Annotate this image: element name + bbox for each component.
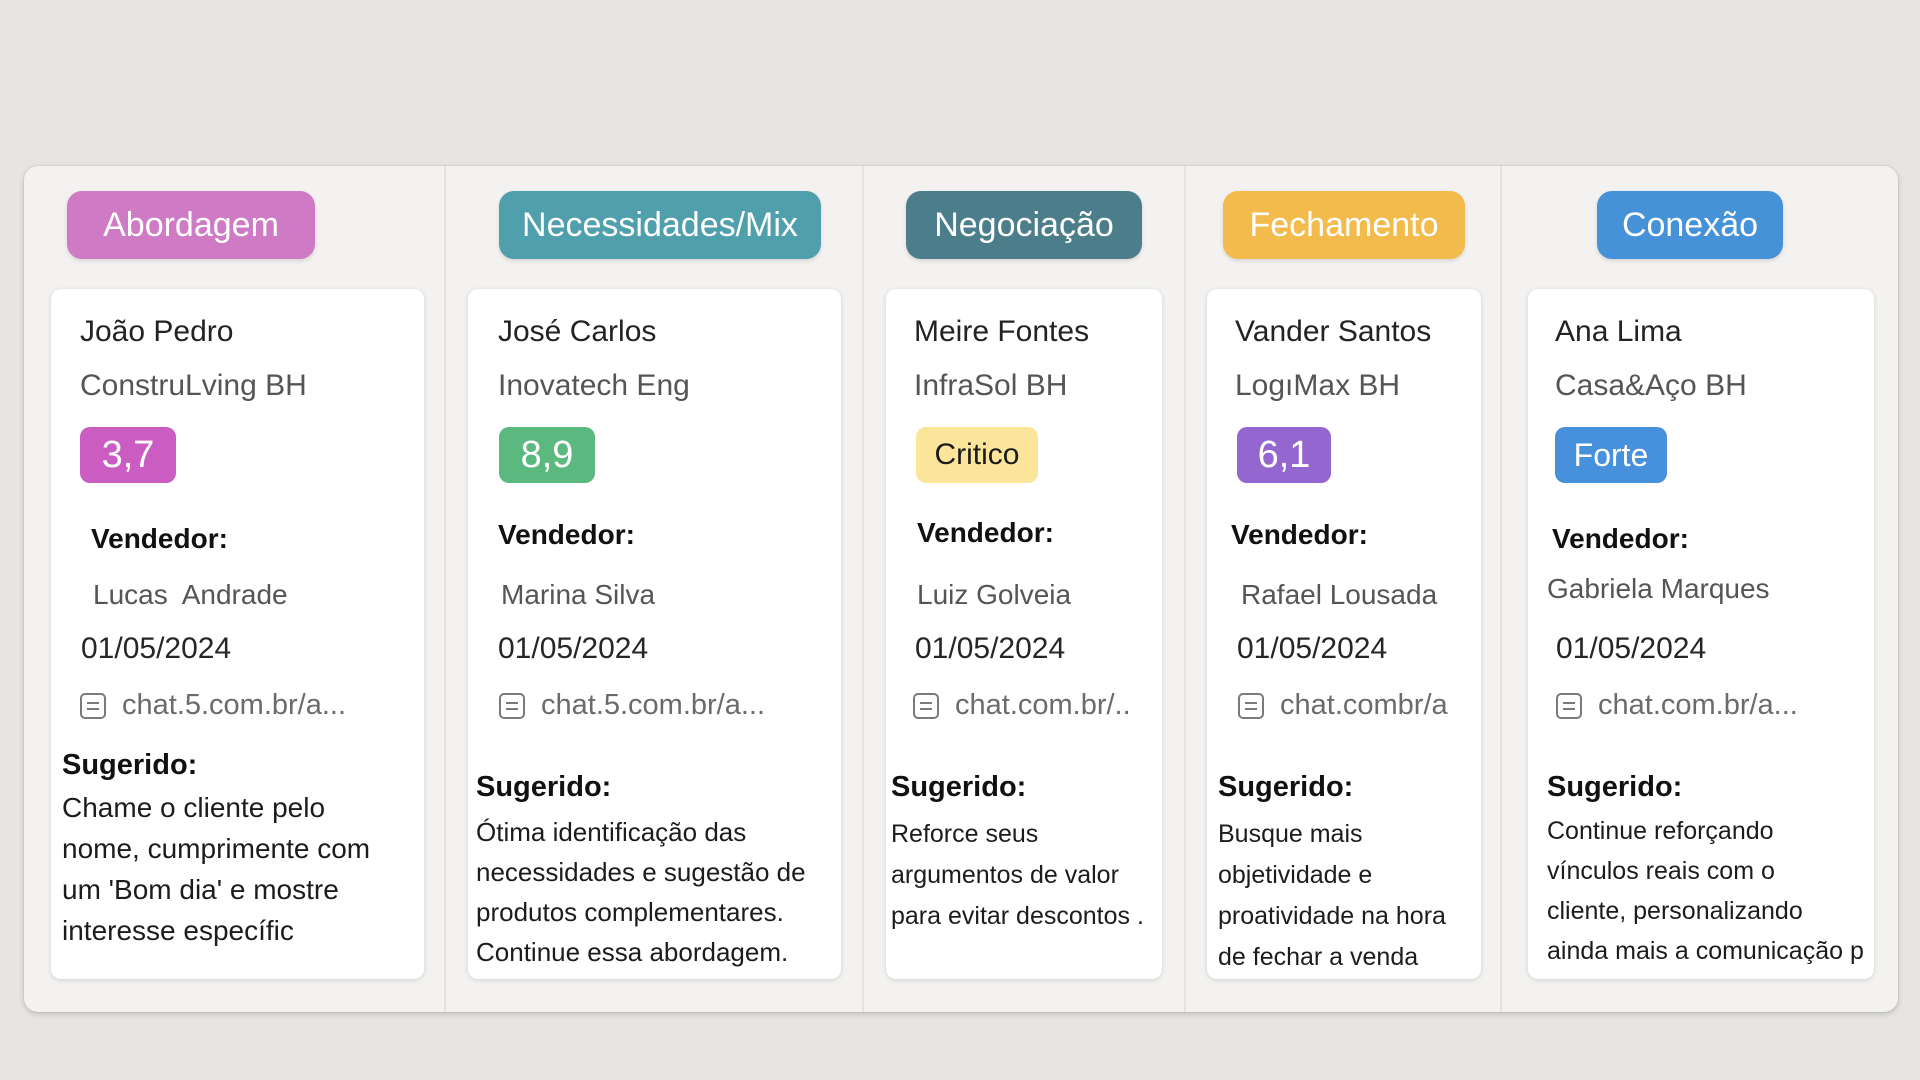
- chat-link[interactable]: chat.5.com.br/a...: [80, 689, 346, 722]
- company-name: InfraSol BH: [914, 369, 1068, 402]
- suggested-label: Sugerido:: [1218, 771, 1354, 803]
- deal-date: 01/05/2024: [1237, 632, 1388, 665]
- deal-date: 01/05/2024: [1556, 632, 1707, 665]
- seller-label: Vendedor:: [1552, 523, 1689, 554]
- document-icon: [1238, 692, 1264, 719]
- company-name: Inovatech Eng: [498, 369, 690, 402]
- seller-label: Vendedor:: [917, 517, 1054, 548]
- seller-label: Vendedor:: [498, 519, 635, 550]
- suggested-label: Sugerido:: [1547, 771, 1683, 803]
- company-name: ConstruLving BH: [80, 369, 307, 402]
- client-name: José Carlos: [498, 315, 657, 348]
- stage-header-necessidades-mix[interactable]: Necessidades/Mix: [499, 191, 821, 259]
- document-icon: [80, 692, 106, 719]
- status-badge: Critico: [916, 427, 1038, 483]
- seller-name: Gabriela Marques: [1547, 573, 1770, 604]
- company-name: Casa&Aço BH: [1555, 369, 1747, 402]
- suggested-text: Busque mais objetividade e proatividade …: [1218, 820, 1446, 971]
- deal-date: 01/05/2024: [915, 632, 1066, 665]
- deal-card-joao-pedro[interactable]: João Pedro ConstruLving BH 3,7 Vendedor:…: [51, 289, 424, 979]
- stage-header-fechamento[interactable]: Fechamento: [1223, 191, 1465, 259]
- deal-card-vander-santos[interactable]: Vander Santos LogıMax BH 6,1 Vendedor: R…: [1207, 289, 1481, 979]
- suggested-text: Continue reforçando vínculos reais com o…: [1547, 817, 1864, 965]
- chat-link[interactable]: chat.com.br/..: [913, 689, 1131, 722]
- column-divider: [1500, 166, 1502, 1012]
- deal-date: 01/05/2024: [81, 632, 232, 665]
- client-name: Ana Lima: [1555, 315, 1682, 348]
- chat-link[interactable]: chat.5.com.br/a...: [499, 689, 765, 722]
- suggested-label: Sugerido:: [62, 749, 198, 781]
- document-icon: [913, 692, 939, 719]
- deal-card-ana-lima[interactable]: Ana Lima Casa&Aço BH Forte Vendedor: Gab…: [1528, 289, 1874, 979]
- chat-link[interactable]: chat.com.br/a...: [1556, 689, 1798, 722]
- document-icon: [1556, 692, 1582, 719]
- column-divider: [862, 166, 864, 1012]
- client-name: Meire Fontes: [914, 315, 1090, 348]
- column-divider: [1184, 166, 1186, 1012]
- score-badge: 6,1: [1237, 427, 1331, 483]
- chat-link-text[interactable]: chat.combr/a: [1280, 689, 1448, 722]
- chat-link-text[interactable]: chat.com.br/a...: [1598, 689, 1798, 722]
- suggested-text: Chame o cliente pelo nome, cumprimente c…: [62, 792, 371, 946]
- suggested-label: Sugerido:: [891, 771, 1027, 803]
- column-divider: [444, 166, 446, 1012]
- seller-name: Luiz Golveia: [917, 579, 1072, 610]
- chat-link-text[interactable]: chat.5.com.br/a...: [541, 689, 765, 722]
- suggested-text: Reforce seus argumentos de valor para ev…: [891, 820, 1144, 930]
- document-icon: [499, 692, 525, 719]
- deal-date: 01/05/2024: [498, 632, 649, 665]
- score-badge: 3,7: [80, 427, 176, 483]
- company-name: LogıMax BH: [1235, 369, 1401, 402]
- chat-link[interactable]: chat.combr/a: [1238, 689, 1448, 722]
- score-badge: 8,9: [499, 427, 595, 483]
- stage-header-abordagem[interactable]: Abordagem: [67, 191, 315, 259]
- seller-name: Marina Silva: [501, 579, 656, 610]
- status-badge: Forte: [1555, 427, 1667, 483]
- deal-card-jose-carlos[interactable]: José Carlos Inovatech Eng 8,9 Vendedor: …: [468, 289, 841, 979]
- client-name: João Pedro: [80, 315, 234, 348]
- stage-header-negociacao[interactable]: Negociação: [906, 191, 1142, 259]
- seller-label: Vendedor:: [1231, 519, 1368, 550]
- client-name: Vander Santos: [1235, 315, 1432, 348]
- suggested-label: Sugerido:: [476, 771, 612, 803]
- seller-label: Vendedor:: [91, 523, 228, 554]
- chat-link-text[interactable]: chat.com.br/..: [955, 689, 1131, 722]
- seller-name: Lucas Andrade: [93, 579, 288, 610]
- stage-header-conexao[interactable]: Conexão: [1597, 191, 1783, 259]
- deal-card-meire-fontes[interactable]: Meire Fontes InfraSol BH Critico Vendedo…: [886, 289, 1162, 979]
- chat-link-text[interactable]: chat.5.com.br/a...: [122, 689, 346, 722]
- seller-name: Rafael Lousada: [1241, 579, 1438, 610]
- suggested-text: Ótima identificação das necessidades e s…: [476, 817, 806, 967]
